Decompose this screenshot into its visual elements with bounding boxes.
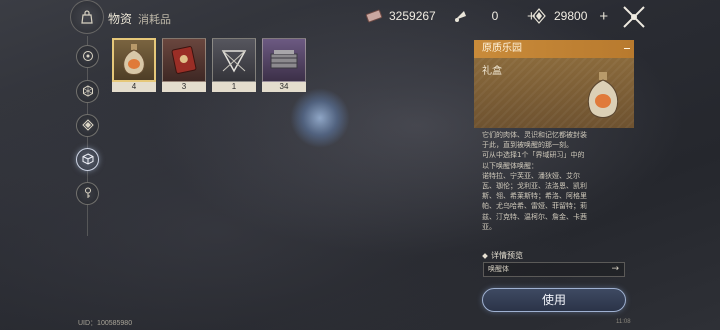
resource-ticket: 3259267 (365, 6, 436, 26)
preview-dropdown[interactable]: 唤醒体 → (483, 262, 625, 277)
nav-cube[interactable] (76, 148, 99, 171)
detail-category-label: 原质乐园 (482, 43, 522, 54)
nav-key[interactable] (76, 182, 99, 205)
nav-diamond[interactable] (76, 114, 99, 137)
item-count: 3 (162, 82, 206, 92)
item-slot-gift[interactable]: 4 (112, 38, 156, 92)
item-name: 礼盒 (482, 66, 502, 77)
item-slot-book[interactable]: 3 (162, 38, 206, 92)
resource-horn: 0 + (451, 6, 536, 26)
ticket-icon (365, 7, 383, 25)
resource-crystal: 29800 + (530, 6, 608, 26)
item-description: 它们的肉体、灵识和记忆都被封装 于此，直到被唤醒的那一刻。 可从中选择1个「界域… (482, 131, 587, 231)
minus-icon (624, 48, 630, 49)
compass-icon (82, 47, 94, 66)
item-count: 34 (262, 82, 306, 92)
item-count: 1 (212, 82, 256, 92)
horn-icon (451, 7, 469, 25)
nav-hexagon[interactable] (76, 80, 99, 103)
crate-icon (262, 38, 306, 82)
add-crystal-button[interactable]: + (599, 8, 608, 25)
resource-value: 3259267 (389, 9, 436, 23)
page-subtitle: 消耗品 (138, 13, 171, 26)
detail-header: 礼盒 (474, 58, 634, 128)
item-count: 4 (112, 82, 156, 92)
bag-icon[interactable] (70, 0, 104, 34)
use-button[interactable]: 使用 (482, 288, 626, 312)
red-book-icon (162, 38, 206, 82)
crystal-icon (530, 7, 548, 25)
detail-category: 原质乐园 (474, 40, 634, 58)
key-icon (82, 184, 94, 203)
detail-panel: 原质乐园 礼盒 它们的肉体、灵识和记忆都被封装 于此，直到被唤醒的那一刻。 可从… (474, 40, 634, 318)
page-title: 物资 (108, 12, 133, 26)
gift-bottle-icon (112, 38, 156, 82)
preview-value: 唤醒体 (488, 265, 509, 273)
gift-bottle-icon (582, 70, 624, 122)
nav-compass[interactable] (76, 45, 99, 68)
item-slot-prism[interactable]: 1 (212, 38, 256, 92)
prism-icon (212, 38, 256, 82)
resource-value: 0 (491, 9, 499, 23)
light-orb (290, 88, 350, 148)
arrow-right-icon: → (611, 264, 619, 274)
cube-icon (82, 150, 94, 169)
clock: 11:08 (616, 319, 631, 325)
hexagon-icon (82, 82, 94, 101)
user-id: UID：100585980 (78, 320, 133, 327)
diamond-icon (81, 116, 94, 135)
detail-preview-label: 详情预览 (483, 250, 523, 261)
item-slot-crate[interactable]: 34 (262, 38, 306, 92)
resource-value: 29800 (554, 9, 588, 23)
close-icon[interactable] (620, 3, 648, 31)
